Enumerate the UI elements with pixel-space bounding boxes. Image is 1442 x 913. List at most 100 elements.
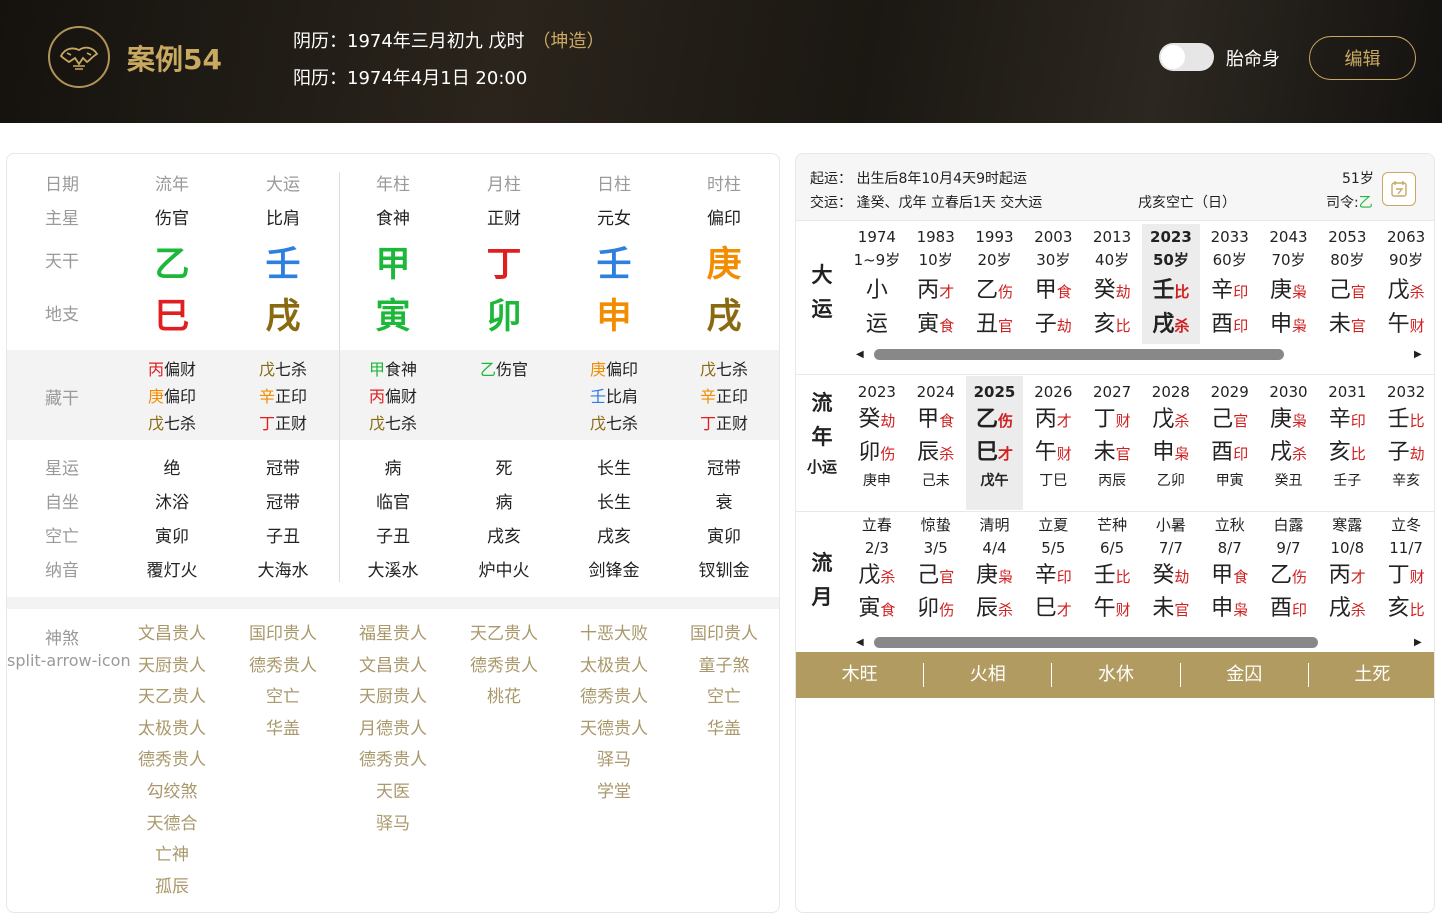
shensha-item[interactable]: 天乙贵人 [117, 682, 227, 714]
canggan-gan: 戊 [258, 360, 275, 379]
calendar-icon[interactable] [1382, 172, 1416, 206]
dayun-bottom: 戌杀 [1142, 309, 1200, 342]
shensha-item[interactable]: 学堂 [559, 777, 669, 809]
liuyue-column[interactable]: 立冬 11/7 丁财 亥比 [1377, 514, 1434, 634]
dayun-branch-ss: 官 [1350, 317, 1366, 335]
liuyue-column[interactable]: 立夏 5/5 辛印 巳才 [1024, 514, 1082, 634]
siling-text: 司令:乙 [1326, 195, 1373, 211]
scroll-left-arrow[interactable]: ◀ [856, 637, 864, 648]
liunian-column[interactable]: 2031 辛印 亥比 壬子 [1318, 376, 1376, 510]
shensha-item[interactable]: 德秀贵人 [449, 651, 559, 683]
shensha-item[interactable]: 驿马 [559, 745, 669, 777]
shensha-item[interactable]: 天厨贵人 [338, 682, 448, 714]
liuyue-column[interactable]: 寒露 10/8 丙才 戌杀 [1318, 514, 1376, 634]
shensha-item[interactable]: 天医 [338, 777, 448, 809]
liunian-bottom: 午财 [1024, 437, 1082, 470]
split-arrow-icon[interactable]: split-arrow-icon [7, 651, 131, 670]
liuyue-column[interactable]: 小暑 7/7 癸劫 未官 [1142, 514, 1200, 634]
liuyue-scrollbar[interactable] [874, 637, 1318, 648]
shensha-item[interactable]: 孤辰 [117, 872, 227, 904]
shensha-item[interactable]: 国印贵人 [669, 619, 779, 651]
dayun-column[interactable]: 1983 10岁 丙才 寅食 [907, 224, 965, 344]
shensha-item[interactable]: 十恶大败 [559, 619, 669, 651]
liuyue-column[interactable]: 白露 9/7 乙伤 酉印 [1260, 514, 1318, 634]
shensha-item[interactable]: 天德贵人 [559, 714, 669, 746]
liunian-column[interactable]: 2029 己官 酉印 甲寅 [1201, 376, 1259, 510]
liunian-column[interactable]: 2028 戊杀 申枭 乙卯 [1142, 376, 1200, 510]
shensha-item[interactable]: 月德贵人 [338, 714, 448, 746]
nayin-value: 大海水 [257, 561, 309, 581]
shensha-item[interactable]: 天厨贵人 [117, 651, 227, 683]
shensha-item[interactable]: 福星贵人 [338, 619, 448, 651]
dayun-top: 戊杀 [1377, 274, 1434, 309]
dayun-top: 己官 [1318, 274, 1376, 309]
shensha-item[interactable]: 文昌贵人 [117, 619, 227, 651]
shensha-item[interactable]: 国印贵人 [228, 619, 338, 651]
shensha-item[interactable]: 空亡 [669, 682, 779, 714]
column-header: 月柱 [487, 175, 521, 195]
dayun-scrollbar[interactable] [874, 349, 1284, 360]
liunian-branch-ss: 官 [1115, 445, 1131, 463]
shensha-item[interactable]: 太极贵人 [117, 714, 227, 746]
liunian-column[interactable]: 2024 甲食 辰杀 己未 [907, 376, 965, 510]
dayun-column[interactable]: 1993 20岁 乙伤 丑官 [966, 224, 1024, 344]
scroll-right-arrow[interactable]: ▶ [1414, 637, 1422, 648]
liunian-column[interactable]: 2026 丙才 午财 丁巳 [1024, 376, 1082, 510]
shensha-item[interactable]: 空亡 [228, 682, 338, 714]
xiaoyun-value: 庚申 [862, 473, 891, 489]
shensha-item[interactable]: 亡神 [117, 840, 227, 872]
shensha-item[interactable]: 德秀贵人 [338, 745, 448, 777]
dayun-column[interactable]: 2043 70岁 庚枭 申枭 [1260, 224, 1318, 344]
liuyue-top: 丁财 [1377, 560, 1434, 593]
dayun-stem-ss: 印 [1233, 283, 1249, 301]
dayun-column[interactable]: 2063 90岁 戊杀 午财 [1377, 224, 1434, 344]
liuyue-stem: 己 [917, 563, 940, 588]
liuyue-column[interactable]: 立春 2/3 戊杀 寅食 [848, 514, 906, 634]
dayun-column[interactable]: 1974 1~9岁小运 [848, 224, 906, 344]
shensha-item[interactable]: 德秀贵人 [228, 651, 338, 683]
scroll-left-arrow[interactable]: ◀ [856, 349, 864, 360]
dayun-branch-ss: 食 [939, 317, 955, 335]
dayun-column[interactable]: 2013 40岁 癸劫 亥比 [1083, 224, 1141, 344]
dayun-stem-ss: 才 [939, 283, 955, 301]
dayun-age: 90岁 [1389, 251, 1424, 269]
xingyun-value: 病 [384, 459, 402, 479]
dayun-column[interactable]: 2003 30岁 甲食 子劫 [1024, 224, 1082, 344]
shensha-item[interactable]: 驿马 [338, 809, 448, 841]
liunian-year: 2031 [1328, 383, 1367, 401]
shensha-item[interactable]: 华盖 [669, 714, 779, 746]
liuyue-column[interactable]: 立秋 8/7 甲食 申枭 [1201, 514, 1259, 634]
shensha-item[interactable]: 太极贵人 [559, 651, 669, 683]
taimingshen-toggle[interactable] [1159, 43, 1214, 71]
canggan-cell: 庚偏印 壬比肩 戊七杀 [559, 357, 669, 438]
liunian-column[interactable]: 2025 乙伤 巳才 戊午 [965, 376, 1024, 510]
scroll-right-arrow[interactable]: ▶ [1414, 349, 1422, 360]
shensha-item[interactable]: 天德合 [117, 809, 227, 841]
liunian-column[interactable]: 2032 壬比 子劫 辛亥 [1377, 376, 1434, 510]
canggan-gan: 戊 [589, 414, 606, 433]
dayun-column[interactable]: 2053 80岁 己官 未官 [1318, 224, 1376, 344]
liunian-column[interactable]: 2023 癸劫 卯伤 庚申 [848, 376, 906, 510]
shensha-item[interactable]: 文昌贵人 [338, 651, 448, 683]
liuyue-bottom: 未官 [1142, 593, 1200, 626]
liuyue-column[interactable]: 清明 4/4 庚枭 辰杀 [966, 514, 1024, 634]
shensha-item[interactable]: 桃花 [449, 682, 559, 714]
liunian-column[interactable]: 2027 丁财 未官 丙辰 [1083, 376, 1141, 510]
shensha-item[interactable]: 德秀贵人 [559, 682, 669, 714]
liuyue-column[interactable]: 惊蛰 3/5 己官 卯伤 [907, 514, 965, 634]
canggan-gan: 辛 [699, 387, 716, 406]
column-header: 年柱 [376, 175, 410, 195]
shensha-item[interactable]: 德秀贵人 [117, 745, 227, 777]
liunian-branch: 子 [1387, 440, 1410, 465]
qiyun-info: 起运： 出生后8年10月4天9时起运 交运： 逢癸、戊年 立春后1天 交大运 戌… [796, 154, 1434, 220]
dayun-column[interactable]: 2023 50岁 壬比 戌杀 [1142, 224, 1200, 344]
shensha-item[interactable]: 华盖 [228, 714, 338, 746]
shensha-item[interactable]: 天乙贵人 [449, 619, 559, 651]
edit-button[interactable]: 编辑 [1309, 36, 1416, 80]
dayun-column[interactable]: 2033 60岁 辛印 酉印 [1201, 224, 1259, 344]
liunian-column[interactable]: 2030 庚枭 戌杀 癸丑 [1260, 376, 1318, 510]
liuyue-column[interactable]: 芒种 6/5 壬比 午财 [1083, 514, 1141, 634]
shensha-item[interactable]: 勾绞煞 [117, 777, 227, 809]
shensha-item[interactable]: 童子煞 [669, 651, 779, 683]
canggan-cell: 戊七杀 辛正印 丁正财 [669, 357, 779, 438]
